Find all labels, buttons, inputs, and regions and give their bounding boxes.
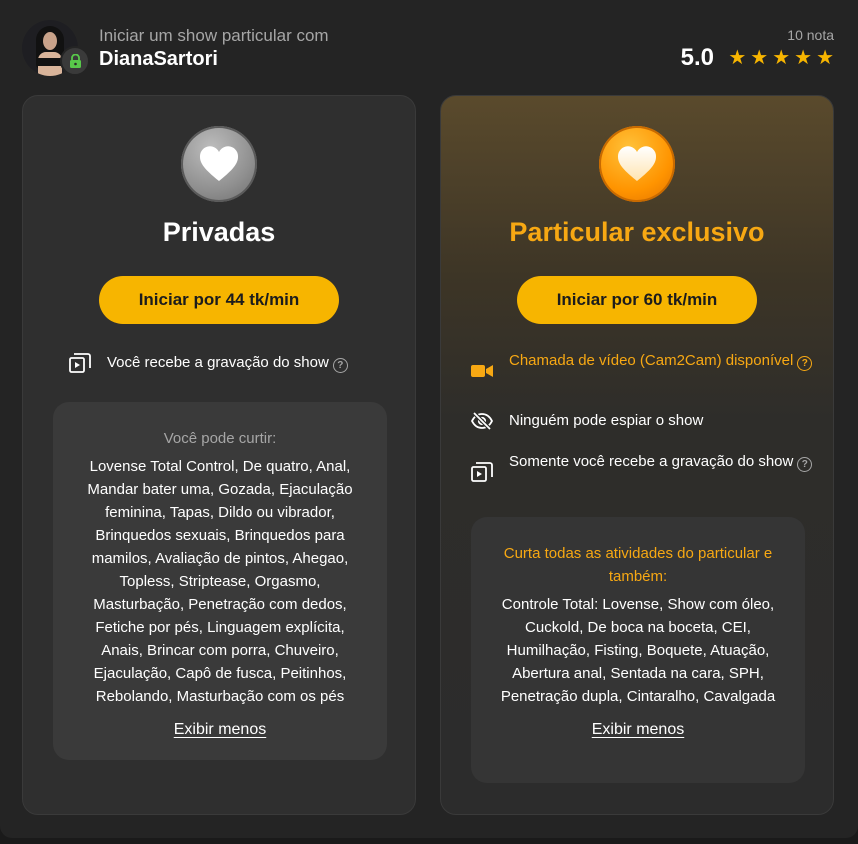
feature-recording: Somente você recebe a gravação do show? — [471, 452, 813, 482]
show-less-link[interactable]: Exibir menos — [174, 721, 266, 739]
feature-cam2cam: Chamada de vídeo (Cam2Cam) disponível? — [471, 351, 813, 381]
rating-value: 5.0 — [680, 44, 714, 71]
star-icon: ★ — [794, 47, 813, 69]
exclusive-show-card: Particular exclusivo Iniciar por 60 tk/m… — [440, 95, 834, 815]
start-private-button[interactable]: Iniciar por 44 tk/min — [99, 276, 339, 324]
feature-text: Somente você recebe a gravação do show? — [509, 452, 813, 472]
star-icon: ★ — [816, 47, 834, 69]
activities-heading: Você pode curtir: — [163, 430, 277, 447]
feature-no-spying: Ninguém pode espiar o show — [471, 411, 813, 431]
modal-subtitle: Iniciar um show particular com — [99, 26, 329, 45]
feature-text: Ninguém pode espiar o show — [509, 412, 704, 429]
star-icon: ★ — [728, 47, 747, 69]
activities-box: Você pode curtir: Lovense Total Control,… — [53, 402, 387, 760]
recording-icon — [69, 353, 91, 373]
rating-count: 10 nota — [787, 27, 834, 43]
recording-icon — [471, 462, 493, 482]
private-show-modal: Iniciar um show particular com DianaSart… — [0, 0, 858, 838]
heart-icon — [181, 126, 257, 202]
feature-text: Chamada de vídeo (Cam2Cam) disponível? — [509, 351, 813, 371]
private-show-card: Privadas Iniciar por 44 tk/min Você rece… — [22, 95, 416, 815]
feature-text: Você recebe a gravação do show? — [107, 353, 348, 373]
activities-heading: Curta todas as atividades do particular … — [503, 545, 773, 585]
show-less-link[interactable]: Exibir menos — [592, 721, 684, 739]
modal-header: Iniciar um show particular com DianaSart… — [22, 20, 834, 80]
rating-stars: ★ ★ ★ ★ ★ — [728, 48, 834, 68]
star-icon: ★ — [750, 47, 769, 69]
card-title: Particular exclusivo — [509, 217, 765, 247]
video-camera-icon — [471, 361, 493, 381]
activities-list: Controle Total: Lovense, Show com óleo, … — [500, 596, 776, 705]
start-exclusive-button[interactable]: Iniciar por 60 tk/min — [517, 276, 757, 324]
activities-list: Lovense Total Control, De quatro, Anal, … — [87, 458, 353, 705]
star-icon: ★ — [772, 47, 791, 69]
model-name[interactable]: DianaSartori — [99, 48, 218, 71]
help-icon[interactable]: ? — [332, 358, 348, 373]
feature-recording: Você recebe a gravação do show? — [69, 353, 395, 373]
help-icon[interactable]: ? — [797, 457, 813, 472]
lock-icon — [60, 46, 90, 76]
card-title: Privadas — [162, 217, 276, 247]
eye-off-icon — [471, 411, 493, 431]
heart-icon — [599, 126, 675, 202]
activities-box: Curta todas as atividades do particular … — [471, 517, 805, 783]
help-icon[interactable]: ? — [797, 356, 813, 371]
